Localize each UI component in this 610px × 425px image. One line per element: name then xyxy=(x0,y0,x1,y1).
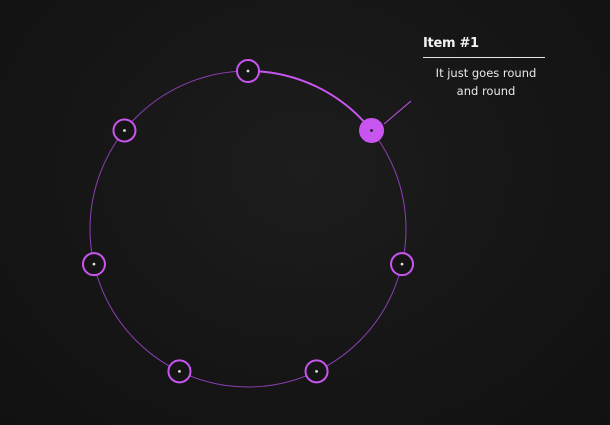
item-node-0[interactable] xyxy=(236,59,260,83)
item-center-dot xyxy=(123,129,126,132)
item-center-dot xyxy=(315,369,318,373)
item-center-dot xyxy=(400,262,404,266)
item-tooltip: Item #1 It just goes round and round xyxy=(423,36,545,100)
progress-arc xyxy=(247,70,373,132)
item-center-dot xyxy=(370,129,373,132)
item-center-dot xyxy=(178,369,181,373)
item-node-1[interactable] xyxy=(359,117,385,143)
circular-carousel: Item #1 It just goes round and round xyxy=(0,0,610,425)
tooltip-connector-line xyxy=(383,100,412,125)
item-node-4[interactable] xyxy=(167,359,192,384)
orbit-ring xyxy=(89,70,407,388)
tooltip-body-line-2: and round xyxy=(456,84,516,98)
tooltip-title: Item #1 xyxy=(423,36,545,58)
item-nodes xyxy=(81,59,415,384)
item-node-2[interactable] xyxy=(390,252,415,277)
item-center-dot xyxy=(92,262,96,266)
item-node-3[interactable] xyxy=(304,359,329,384)
item-center-dot xyxy=(246,69,250,73)
item-node-6[interactable] xyxy=(112,118,137,143)
item-node-5[interactable] xyxy=(81,252,106,277)
tooltip-body-line-1: It just goes round xyxy=(435,66,537,80)
tooltip-body: It just goes round and round xyxy=(423,64,545,100)
